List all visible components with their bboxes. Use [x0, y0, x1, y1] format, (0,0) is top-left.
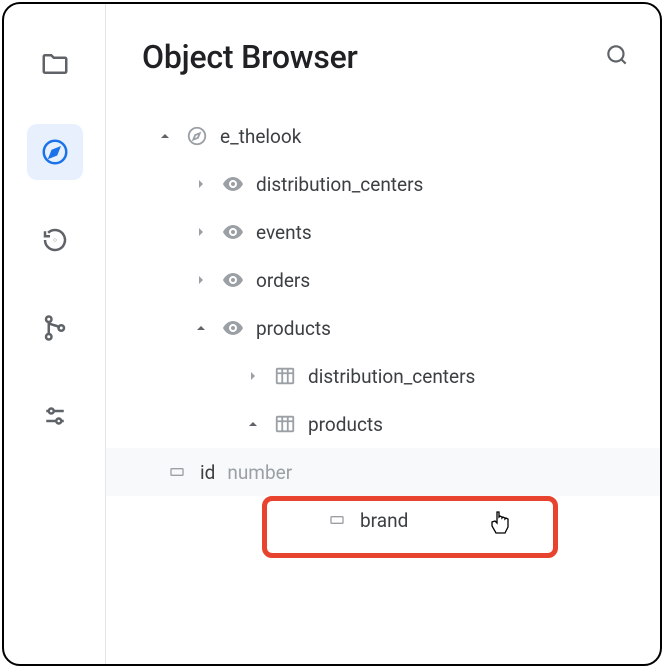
tree-node-view[interactable]: distribution_centers [142, 352, 636, 400]
sidebar [4, 4, 106, 664]
object-tree: e_thelook distribution_centers events [142, 112, 636, 544]
tree-node-explore[interactable]: events [142, 208, 636, 256]
chevron-right-icon [244, 367, 262, 385]
node-label: events [256, 221, 312, 244]
tree-node-model[interactable]: e_thelook [142, 112, 636, 160]
chevron-up-icon [244, 415, 262, 433]
field-icon [164, 459, 190, 485]
chevron-up-icon [156, 127, 174, 145]
node-label: distribution_centers [308, 365, 475, 388]
main-panel: Object Browser e_thelook [106, 4, 660, 664]
node-label: products [308, 413, 383, 436]
table-icon [272, 363, 298, 389]
sidebar-item-history[interactable] [27, 212, 83, 268]
node-label: products [256, 317, 331, 340]
tree-node-field-id[interactable]: id number [106, 448, 660, 496]
field-label: id [200, 461, 215, 484]
sidebar-item-explorer[interactable] [27, 124, 83, 180]
page-title: Object Browser [142, 38, 358, 76]
chevron-right-icon [192, 175, 210, 193]
sidebar-item-settings[interactable] [27, 388, 83, 444]
field-icon [324, 507, 350, 533]
table-icon [272, 411, 298, 437]
tree-node-explore[interactable]: distribution_centers [142, 160, 636, 208]
eye-icon [220, 267, 246, 293]
sidebar-item-git[interactable] [27, 300, 83, 356]
tree-node-explore[interactable]: products [142, 304, 636, 352]
eye-icon [220, 315, 246, 341]
search-button[interactable] [598, 36, 636, 78]
sidebar-item-folder[interactable] [27, 36, 83, 92]
tree-node-explore[interactable]: orders [142, 256, 636, 304]
field-label: brand [360, 509, 408, 532]
node-label: orders [256, 269, 310, 292]
tree-node-field-brand[interactable]: brand [142, 496, 636, 544]
eye-icon [220, 219, 246, 245]
field-type: number [227, 461, 292, 484]
chevron-right-icon [192, 271, 210, 289]
tree-node-view[interactable]: products [142, 400, 636, 448]
compass-outline-icon [184, 123, 210, 149]
chevron-right-icon [192, 223, 210, 241]
node-label: distribution_centers [256, 173, 423, 196]
chevron-up-icon [192, 319, 210, 337]
node-label: e_thelook [220, 125, 301, 148]
eye-icon [220, 171, 246, 197]
